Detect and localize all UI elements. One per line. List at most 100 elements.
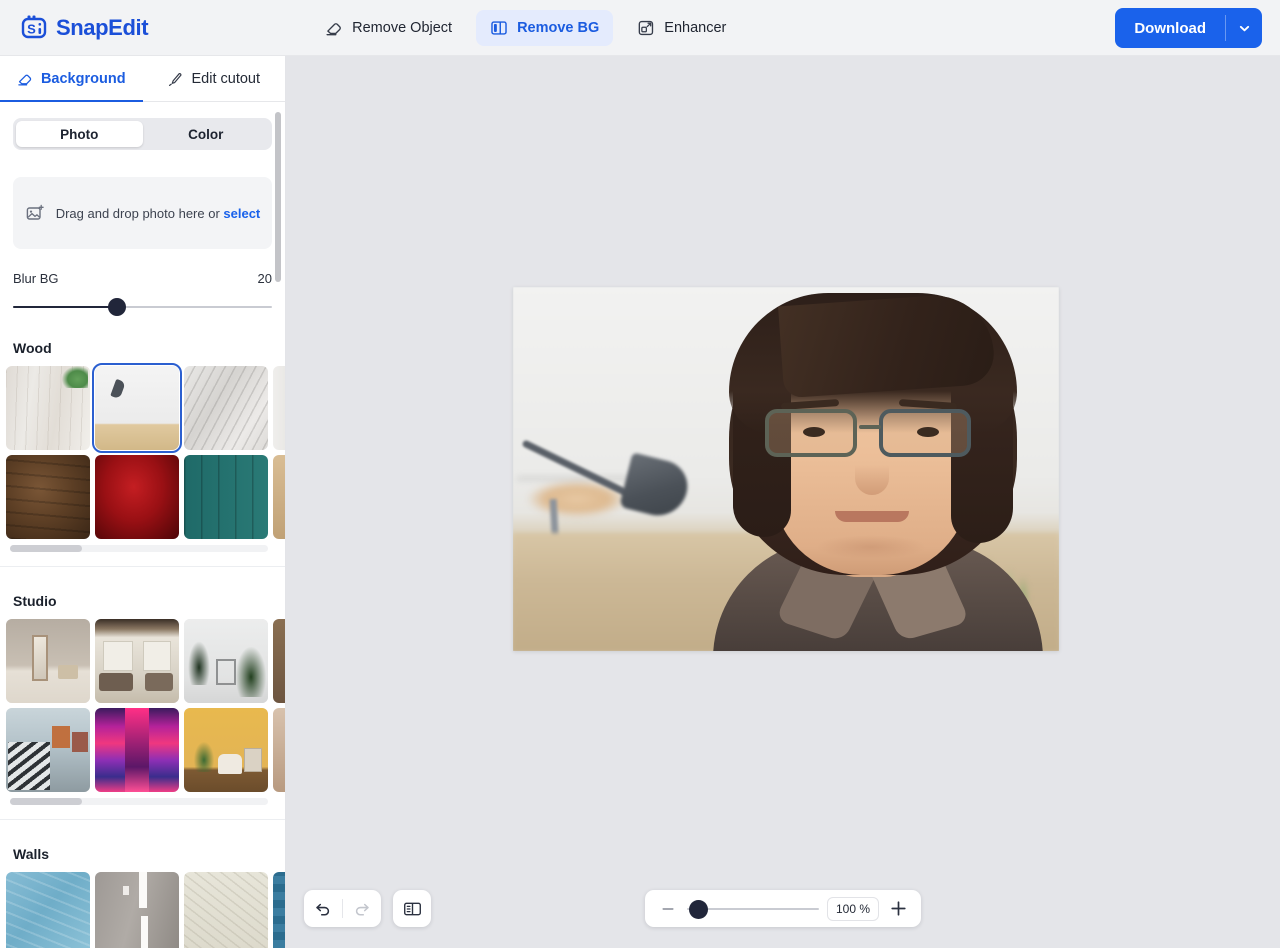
chevron-down-icon bbox=[1239, 25, 1249, 31]
undo-redo-group bbox=[304, 890, 381, 927]
zoom-slider[interactable] bbox=[687, 899, 819, 919]
blur-bg-row: Blur BG 20 bbox=[13, 271, 272, 286]
thumb-light-wood-edge[interactable] bbox=[273, 366, 285, 450]
compare-group bbox=[393, 890, 431, 927]
subject-hair-sweep bbox=[778, 291, 996, 399]
thumb-blue-painted-plaster[interactable] bbox=[6, 872, 90, 948]
image-add-icon bbox=[25, 203, 45, 223]
thumb-deep-red-wood[interactable] bbox=[95, 455, 179, 539]
thumb-grey-wall-with-light-streak[interactable] bbox=[95, 872, 179, 948]
subject-glasses bbox=[759, 398, 991, 461]
download-button-group: Download bbox=[1115, 8, 1262, 48]
compare-button[interactable] bbox=[393, 890, 431, 927]
blur-slider-fill bbox=[13, 306, 117, 308]
category-grid-wood bbox=[0, 363, 285, 556]
brand[interactable]: S SnapEdit bbox=[20, 14, 149, 42]
background-source-toggle: Photo Color bbox=[13, 118, 272, 150]
tab-edit-cutout[interactable]: Edit cutout bbox=[143, 56, 286, 101]
nav-item-enhancer[interactable]: Enhancer bbox=[623, 10, 740, 46]
sidebar-tabs: Background Edit cutout bbox=[0, 56, 285, 102]
thumb-white-studio-with-plants[interactable] bbox=[184, 619, 268, 703]
thumb-shelf-edge[interactable] bbox=[273, 619, 285, 703]
dropzone-main-text: Drag and drop photo here or bbox=[55, 205, 224, 221]
dropzone-text: Drag and drop photo here or select bbox=[56, 206, 261, 221]
brand-name: SnapEdit bbox=[56, 14, 149, 40]
blur-bg-slider[interactable] bbox=[13, 298, 272, 316]
section-divider-2 bbox=[0, 819, 285, 820]
toggle-photo[interactable]: Photo bbox=[16, 121, 143, 147]
remove-bg-icon bbox=[490, 19, 508, 37]
studio-scrollbar-thumb[interactable] bbox=[10, 798, 82, 805]
thumb-modern-loft-living-room[interactable] bbox=[95, 619, 179, 703]
snapedit-logo-icon: S bbox=[20, 14, 48, 42]
zoom-in-button[interactable] bbox=[887, 898, 909, 920]
nav-item-remove-object-label: Remove Object bbox=[352, 19, 453, 36]
glasses-bridge bbox=[859, 425, 881, 429]
download-button[interactable]: Download bbox=[1115, 8, 1225, 48]
brush-icon bbox=[167, 71, 183, 87]
thumb-studio-wall-with-wood-floor[interactable] bbox=[92, 363, 182, 453]
blur-slider-thumb[interactable] bbox=[107, 298, 126, 316]
redo-button[interactable] bbox=[343, 890, 381, 927]
thumb-natural-oak-edge[interactable] bbox=[273, 455, 285, 539]
dropzone-select-link[interactable]: select bbox=[223, 206, 260, 221]
thumb-grey-weathered-planks[interactable] bbox=[184, 366, 268, 450]
thumb-yellow-wall-with-chair[interactable] bbox=[184, 708, 268, 792]
main-nav: Remove Object Remove BG Enhancer bbox=[311, 9, 740, 46]
thumb-concrete-room-with-mirror[interactable] bbox=[6, 619, 90, 703]
tab-edit-cutout-label: Edit cutout bbox=[191, 70, 260, 87]
category-title-wood: Wood bbox=[13, 340, 52, 356]
enhancer-icon bbox=[637, 19, 655, 37]
category-title-walls: Walls bbox=[13, 846, 50, 862]
thumb-staircase-gallery-wall[interactable] bbox=[6, 708, 90, 792]
photo-dropzone[interactable]: Drag and drop photo here or select bbox=[13, 177, 272, 249]
minus-icon bbox=[662, 907, 674, 910]
eraser-icon bbox=[17, 71, 33, 87]
app-header: S SnapEdit Remove Object Remove BG Enhan… bbox=[0, 0, 1280, 56]
svg-text:S: S bbox=[27, 21, 36, 36]
compare-split-icon bbox=[403, 902, 421, 915]
thumb-teal-painted-planks[interactable] bbox=[184, 455, 268, 539]
blur-bg-value: 20 bbox=[257, 271, 272, 286]
eraser-icon bbox=[325, 19, 343, 37]
edited-photo[interactable] bbox=[513, 287, 1059, 651]
tab-background-label: Background bbox=[40, 70, 126, 87]
thumb-blue-tile-edge[interactable] bbox=[273, 872, 285, 948]
thumb-neon-pink-corridor[interactable] bbox=[95, 708, 179, 792]
nav-item-enhancer-label: Enhancer bbox=[664, 19, 727, 36]
zoom-value[interactable]: 100 % bbox=[827, 896, 879, 921]
subject-eye-left bbox=[803, 427, 825, 437]
undo-icon bbox=[316, 903, 330, 916]
toggle-color[interactable]: Color bbox=[143, 121, 270, 147]
category-grid-studio bbox=[0, 619, 285, 809]
section-divider-1 bbox=[0, 566, 285, 567]
subject-chin-shadow bbox=[815, 535, 927, 559]
download-dropdown-button[interactable] bbox=[1226, 8, 1262, 48]
sidebar-scroll-area: Photo Color Drag and drop photo here or … bbox=[0, 102, 285, 948]
blur-bg-label: Blur BG bbox=[13, 271, 59, 286]
plus-icon bbox=[890, 901, 906, 916]
tab-background[interactable]: Background bbox=[0, 56, 143, 102]
sidebar-vertical-scrollbar[interactable] bbox=[275, 112, 281, 282]
thumb-cream-textured-wall[interactable] bbox=[184, 872, 268, 948]
redo-icon bbox=[355, 903, 369, 916]
nav-item-remove-object[interactable]: Remove Object bbox=[311, 10, 466, 46]
nav-item-remove-bg-label: Remove BG bbox=[517, 19, 600, 36]
editor-canvas[interactable]: 100 % bbox=[286, 56, 1280, 948]
studio-horizontal-scrollbar[interactable] bbox=[10, 798, 268, 805]
undo-button[interactable] bbox=[304, 890, 342, 927]
thumb-whitewashed-vertical-planks[interactable] bbox=[6, 366, 90, 450]
photo-subject bbox=[685, 287, 1059, 651]
subject-mouth bbox=[835, 511, 909, 522]
nav-item-remove-bg[interactable]: Remove BG bbox=[476, 9, 614, 46]
wood-scrollbar-thumb[interactable] bbox=[10, 545, 82, 552]
thumb-dark-brown-wood[interactable] bbox=[6, 455, 90, 539]
zoom-slider-thumb[interactable] bbox=[688, 899, 708, 919]
wood-horizontal-scrollbar[interactable] bbox=[10, 545, 268, 552]
category-title-studio: Studio bbox=[13, 593, 57, 609]
thumb-warm-room-edge[interactable] bbox=[273, 708, 285, 792]
zoom-toolbar: 100 % bbox=[645, 890, 921, 927]
history-toolbar bbox=[304, 890, 431, 927]
category-grid-walls bbox=[0, 872, 285, 948]
zoom-out-button[interactable] bbox=[657, 898, 679, 920]
